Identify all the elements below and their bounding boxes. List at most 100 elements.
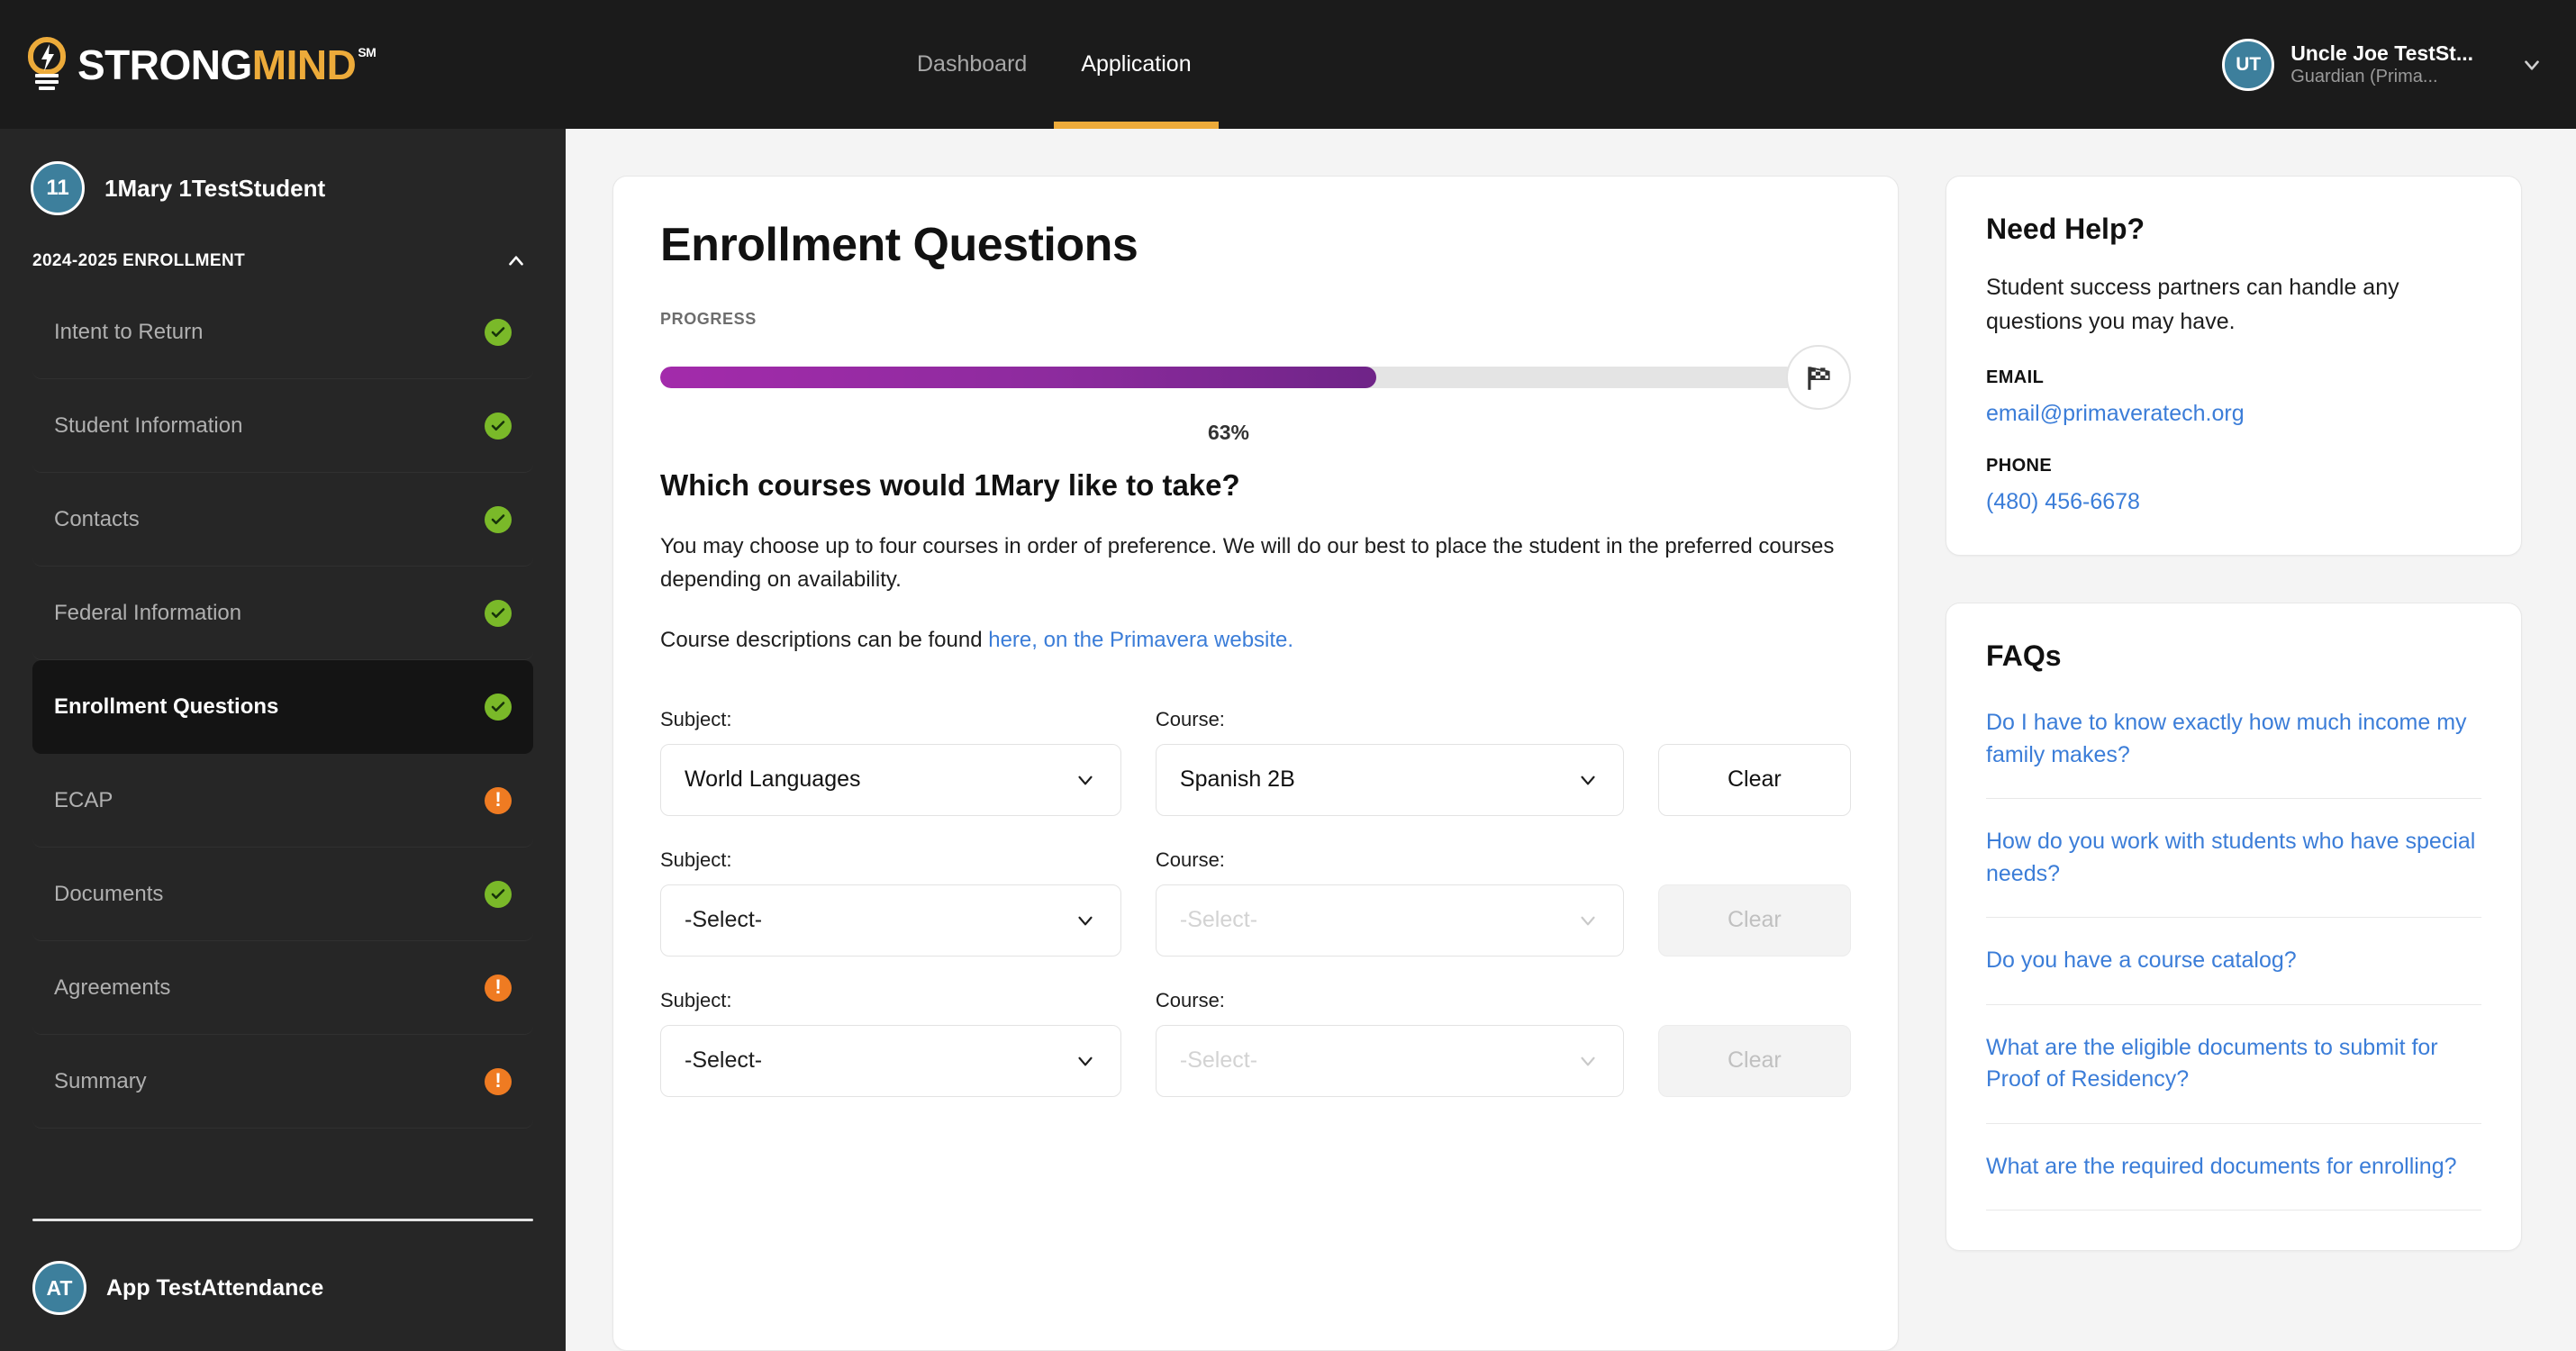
sidebar-item-federal-information[interactable]: Federal Information [32,567,533,660]
question-heading: Which courses would 1Mary like to take? [660,468,1240,502]
sidebar: 11 1Mary 1TestStudent 2024-2025 ENROLLME… [0,129,566,1351]
sidebar-item-label: Contacts [54,506,140,531]
sidebar-item-label: Student Information [54,413,243,438]
subject-select-2[interactable]: -Select- [660,884,1121,957]
status-complete-icon [485,505,512,533]
sidebar-item-ecap[interactable]: ECAP ! [32,754,533,848]
faq-item[interactable]: Do I have to know exactly how much incom… [1986,680,2481,799]
status-incomplete-icon: ! [485,786,512,814]
brand-trademark: SM [358,44,376,59]
main-content: Enrollment Questions PROGRESS 63% Which … [566,129,2576,1351]
faq-item[interactable]: How do you work with students who have s… [1986,799,2481,918]
course-preference-rows: Subject: World Languages Course: Spanish… [660,708,1852,1097]
chevron-down-icon [1078,1056,1093,1065]
sidebar-item-agreements[interactable]: Agreements ! [32,941,533,1035]
enrollment-section-label: 2024-2025 ENROLLMENT [32,251,246,270]
status-complete-icon [485,412,512,440]
user-avatar: UT [2222,38,2275,91]
status-complete-icon [485,880,512,908]
course-select-1[interactable]: Spanish 2B [1155,743,1624,816]
right-rail: Need Help? Student success partners can … [1946,176,2522,1351]
faqs-card: FAQs Do I have to know exactly how much … [1946,603,2522,1251]
user-role: Guardian (Prima... [2290,67,2438,87]
student-header[interactable]: 11 1Mary 1TestStudent [0,129,566,237]
course-select-3: -Select- [1155,1024,1624,1097]
course-select-2: -Select- [1155,884,1624,957]
faq-list: Do I have to know exactly how much incom… [1986,680,2481,1210]
course-row-2: Subject: -Select- Course: -Select- Clear [660,848,1852,957]
nav-dashboard[interactable]: Dashboard [890,0,1054,129]
course-row-3: Subject: -Select- Course: -Select- Clear [660,988,1852,1097]
faq-item[interactable]: What are the eligible documents to submi… [1986,1005,2481,1124]
sidebar-item-label: ECAP [54,787,113,812]
top-header: STRONG MIND SM Dashboard Application UT Un… [0,0,2576,129]
clear-button-1[interactable]: Clear [1657,743,1852,816]
course-row-1: Subject: World Languages Course: Spanish… [660,708,1852,816]
course-select-value: -Select- [1179,1047,1258,1074]
sidebar-item-label: Intent to Return [54,319,204,344]
status-incomplete-icon: ! [485,974,512,1002]
email-label: EMAIL [1986,367,2045,387]
primavera-website-link[interactable]: here, on the Primavera website. [988,628,1293,652]
progress-label: PROGRESS [660,310,757,328]
course-field-2: Course: -Select- [1155,848,1624,957]
need-help-title: Need Help? [1986,213,2145,245]
subject-field-1: Subject: World Languages [660,708,1121,816]
chevron-down-icon [1078,916,1093,925]
chevron-down-icon[interactable] [2520,53,2544,77]
chevron-down-icon [1581,916,1595,925]
sidebar-item-student-information[interactable]: Student Information [32,379,533,473]
faq-item[interactable]: What are the required documents for enro… [1986,1124,2481,1210]
faq-item[interactable]: Do you have a course catalog? [1986,918,2481,1005]
user-name: Uncle Joe TestSt... [2290,41,2473,65]
page-title: Enrollment Questions [660,219,1138,271]
course-select-value: -Select- [1179,907,1258,933]
progress-percent: 63% [1207,421,1250,444]
subject-select-value: -Select- [685,907,763,933]
checkered-flag-icon [1786,345,1851,410]
progress-track [660,367,1797,388]
footer-account[interactable]: AT App TestAttendance [32,1261,533,1315]
bolt-icon [41,43,54,71]
sidebar-item-contacts[interactable]: Contacts [32,473,533,567]
sidebar-item-summary[interactable]: Summary ! [32,1035,533,1129]
enrollment-section-header[interactable]: 2024-2025 ENROLLMENT [0,237,566,286]
sidebar-item-documents[interactable]: Documents [32,848,533,941]
subject-select-3[interactable]: -Select- [660,1024,1121,1097]
sidebar-item-label: Summary [54,1068,147,1093]
need-help-body: Student success partners can handle any … [1986,275,2399,334]
top-navigation: Dashboard Application [566,0,2222,129]
faqs-title: FAQs [1986,639,2062,672]
sidebar-item-label: Enrollment Questions [54,694,279,719]
sidebar-item-enrollment-questions[interactable]: Enrollment Questions [32,660,533,754]
status-complete-icon [485,599,512,627]
chevron-up-icon[interactable] [504,249,528,273]
subject-select-1[interactable]: World Languages [660,743,1121,816]
subject-label: Subject: [660,707,732,730]
status-incomplete-icon: ! [485,1067,512,1095]
divider [32,1219,533,1221]
chevron-down-icon [1581,1056,1595,1065]
clear-button-3: Clear [1657,1024,1852,1097]
clear-button-2: Clear [1657,884,1852,957]
brand-logo[interactable]: STRONG MIND SM [0,0,566,129]
nav-application[interactable]: Application [1054,0,1219,129]
enrollment-questions-card: Enrollment Questions PROGRESS 63% Which … [612,176,1899,1351]
support-phone-link[interactable]: (480) 456-6678 [1986,489,2481,515]
course-label: Course: [1155,848,1225,871]
sidebar-item-label: Documents [54,881,164,906]
need-help-card: Need Help? Student success partners can … [1946,176,2522,556]
footer-avatar: AT [32,1261,86,1315]
course-field-3: Course: -Select- [1155,988,1624,1097]
phone-label: PHONE [1986,456,2053,476]
progress-fill [660,367,1377,388]
course-label: Course: [1155,988,1225,1011]
subject-field-2: Subject: -Select- [660,848,1121,957]
status-complete-icon [485,693,512,721]
subject-field-3: Subject: -Select- [660,989,1121,1097]
user-menu[interactable]: UT Uncle Joe TestSt... Guardian (Prima..… [2222,38,2576,91]
support-email-link[interactable]: email@primaveratech.org [1986,401,2481,427]
sidebar-item-label: Federal Information [54,600,242,625]
sidebar-item-intent-to-return[interactable]: Intent to Return [32,286,533,379]
brand-name-strong: STRONG [77,41,252,88]
